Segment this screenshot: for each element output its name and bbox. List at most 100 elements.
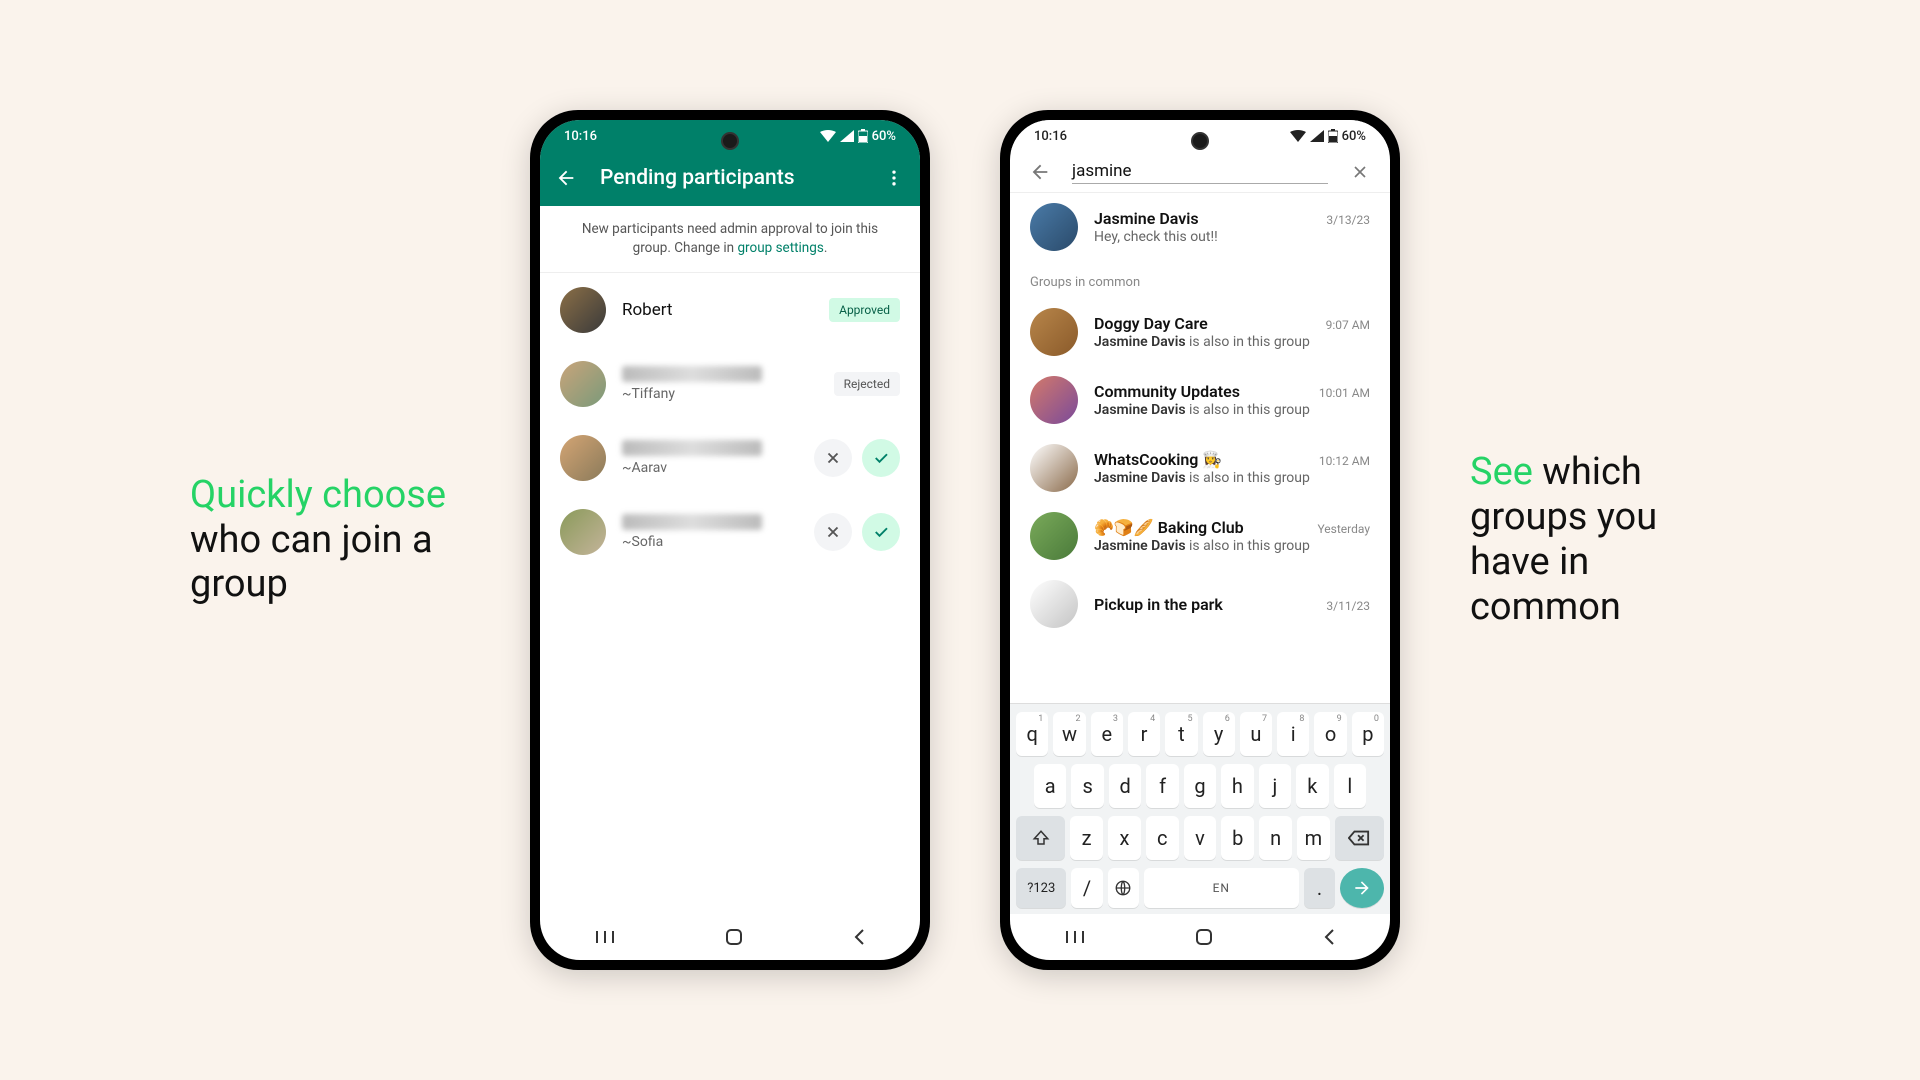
caption-left-highlight: Quickly choose: [190, 473, 446, 517]
backspace-key[interactable]: [1335, 816, 1384, 860]
close-icon: [1350, 162, 1370, 182]
wifi-icon: [820, 130, 836, 142]
key-d[interactable]: d: [1109, 764, 1141, 808]
group-row[interactable]: Pickup in the park 3/11/23: [1010, 570, 1390, 628]
backspace-icon: [1348, 829, 1370, 847]
more-vert-icon: [884, 168, 904, 188]
key-x[interactable]: x: [1108, 816, 1141, 860]
back-button[interactable]: [554, 166, 578, 190]
key-w[interactable]: w2: [1053, 712, 1085, 756]
search-input[interactable]: jasmine: [1072, 161, 1328, 184]
group-title: 🥐🍞🥖 Baking Club: [1094, 518, 1244, 537]
blurred-phone-number: [622, 366, 762, 382]
key-m[interactable]: m: [1297, 816, 1330, 860]
phone-search-groups: 10:16 60% jasmine Jasmine Davis3/13/23: [1000, 110, 1400, 970]
nav-back-icon[interactable]: [1322, 928, 1336, 946]
arrow-left-icon: [1029, 161, 1051, 183]
check-icon: [872, 523, 890, 541]
android-nav-bar: [540, 914, 920, 960]
group-row[interactable]: 🥐🍞🥖 Baking ClubYesterday Jasmine Davis i…: [1010, 502, 1390, 570]
key-o[interactable]: o9: [1314, 712, 1346, 756]
group-time: 10:01 AM: [1319, 386, 1370, 400]
participant-row: ~Sofia: [540, 495, 920, 569]
key-t[interactable]: t5: [1165, 712, 1197, 756]
nav-home-icon[interactable]: [725, 928, 743, 946]
group-row[interactable]: Doggy Day Care9:07 AM Jasmine Davis is a…: [1010, 298, 1390, 366]
key-p[interactable]: p0: [1352, 712, 1384, 756]
participant-name: Robert: [622, 300, 813, 320]
status-battery-percent: 60%: [1342, 129, 1366, 144]
status-time: 10:16: [564, 129, 820, 144]
nav-back-icon[interactable]: [852, 928, 866, 946]
search-back-button[interactable]: [1028, 160, 1052, 184]
nav-home-icon[interactable]: [1195, 928, 1213, 946]
participant-subname: ~Sofia: [622, 534, 798, 550]
nav-recent-icon[interactable]: [1064, 929, 1086, 945]
reject-button[interactable]: [814, 513, 852, 551]
phone-pending-participants: 10:16 60% Pending participants New parti…: [530, 110, 930, 970]
key-g[interactable]: g: [1184, 764, 1216, 808]
key-k[interactable]: k: [1296, 764, 1328, 808]
key-q[interactable]: q1: [1016, 712, 1048, 756]
group-time: 3/11/23: [1326, 599, 1370, 613]
key-h[interactable]: h: [1221, 764, 1253, 808]
language-key[interactable]: [1108, 868, 1139, 908]
close-icon: [824, 523, 842, 541]
caption-right: See which groups you have in common: [1470, 450, 1730, 629]
key-a[interactable]: a: [1034, 764, 1066, 808]
signal-icon: [840, 130, 854, 142]
battery-icon: [1328, 129, 1338, 143]
group-title: Doggy Day Care: [1094, 314, 1208, 333]
caption-left: Quickly choose who can join a group: [190, 473, 460, 607]
key-v[interactable]: v: [1184, 816, 1217, 860]
key-u[interactable]: u7: [1240, 712, 1272, 756]
group-title: Pickup in the park: [1094, 595, 1223, 614]
status-bar: 10:16 60%: [540, 120, 920, 152]
key-i[interactable]: i8: [1277, 712, 1309, 756]
key-l[interactable]: l: [1334, 764, 1366, 808]
group-settings-link[interactable]: group settings: [737, 240, 823, 256]
group-time: 10:12 AM: [1319, 454, 1370, 468]
space-key[interactable]: EN: [1144, 868, 1299, 908]
nav-recent-icon[interactable]: [594, 929, 616, 945]
globe-icon: [1114, 879, 1132, 897]
approve-button[interactable]: [862, 513, 900, 551]
participant-row: ~Tiffany Rejected: [540, 347, 920, 421]
key-z[interactable]: z: [1070, 816, 1103, 860]
approve-button[interactable]: [862, 439, 900, 477]
avatar: [1030, 444, 1078, 492]
key-n[interactable]: n: [1259, 816, 1292, 860]
key-c[interactable]: c: [1146, 816, 1179, 860]
android-nav-bar: [1010, 914, 1390, 960]
period-key[interactable]: .: [1304, 868, 1335, 908]
reject-button[interactable]: [814, 439, 852, 477]
group-row[interactable]: Community Updates10:01 AM Jasmine Davis …: [1010, 366, 1390, 434]
shift-icon: [1032, 829, 1050, 847]
avatar: [1030, 580, 1078, 628]
more-options-button[interactable]: [882, 166, 906, 190]
key-e[interactable]: e3: [1091, 712, 1123, 756]
caption-right-highlight: See: [1470, 450, 1533, 494]
approved-badge: Approved: [829, 298, 900, 322]
chat-time: 3/13/23: [1326, 213, 1370, 227]
clear-search-button[interactable]: [1348, 160, 1372, 184]
key-j[interactable]: j: [1259, 764, 1291, 808]
group-sub: Jasmine Davis is also in this group: [1094, 538, 1370, 554]
slash-key[interactable]: /: [1071, 868, 1102, 908]
enter-key[interactable]: [1340, 868, 1384, 908]
key-f[interactable]: f: [1146, 764, 1178, 808]
arrow-right-icon: [1352, 878, 1372, 898]
key-b[interactable]: b: [1221, 816, 1254, 860]
key-s[interactable]: s: [1071, 764, 1103, 808]
avatar: [560, 435, 606, 481]
symbols-key[interactable]: ?123: [1016, 868, 1066, 908]
key-r[interactable]: r4: [1128, 712, 1160, 756]
chat-title: Jasmine Davis: [1094, 209, 1199, 228]
avatar: [1030, 376, 1078, 424]
participant-subname: ~Tiffany: [622, 386, 818, 402]
battery-icon: [858, 129, 868, 143]
key-y[interactable]: y6: [1203, 712, 1235, 756]
shift-key[interactable]: [1016, 816, 1065, 860]
chat-row[interactable]: Jasmine Davis3/13/23 Hey, check this out…: [1010, 193, 1390, 261]
group-row[interactable]: WhatsCooking 👩‍🍳10:12 AM Jasmine Davis i…: [1010, 434, 1390, 502]
